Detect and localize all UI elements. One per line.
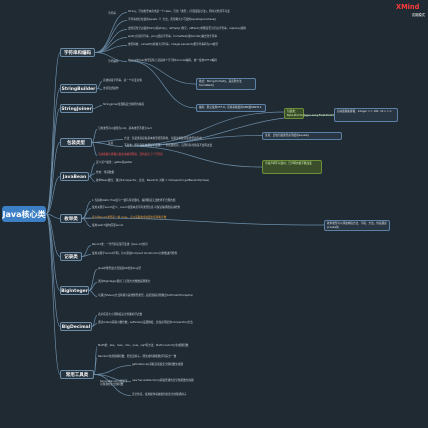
leaf-stringbuilder-1[interactable]: 支持链式操作 <box>103 87 119 91</box>
connector-string-3 <box>94 37 128 53</box>
callout-n2[interactable]: 编码：默认使用UTF-8，有些系统使用GBK或GB2312 <box>196 104 266 112</box>
branch-stringjoiner[interactable]: StringJoiner <box>60 104 93 113</box>
connector-record-1 <box>81 254 92 257</box>
leaf-string-3[interactable]: split()分割字符串，join()连接字符串，formatted()和for… <box>128 35 217 39</box>
branch-utils[interactable]: 常用工具类 <box>60 370 94 379</box>
connector-root-string <box>45 52 61 215</box>
connector-stringbuilder-0 <box>96 81 103 89</box>
leaf-record-0[interactable]: Record类：一行代码实现不变类（Java 14支持） <box>92 243 149 247</box>
subtopic-random_sub[interactable]: SecureRandom创建不可预测的安全随机数 <box>100 380 130 387</box>
leaf-wrapper-0[interactable]: 引用类型可以赋值为null，基本类型不能为null <box>98 127 152 131</box>
leaf-stringjoiner-0[interactable]: StringJoiner处理指定分隔符的拼接 <box>103 103 144 107</box>
logo-brand: XMind <box>396 3 420 11</box>
connector-root-biginteger <box>45 213 61 291</box>
leaf-wrapper-3[interactable]: 自动装箱与拆箱只发生在编译阶段，目的是为了少写代码 <box>98 153 163 157</box>
branch-stringbuilder[interactable]: StringBuilder <box>60 84 97 93</box>
callout-n6[interactable]: 字段声明不可变时，已声明的值不能改变 <box>262 160 322 174</box>
callout-n7[interactable]: 枚举类型可以添加构造方法、字段、方法，但是都是private的 <box>324 220 390 231</box>
connector-javabean-2 <box>88 176 96 182</box>
connector-stringbuilder-1 <box>96 88 103 90</box>
connector-stringjoiner-0 <box>92 105 103 109</box>
leaf-bigdecimal-1[interactable]: 通过scale()获取小数位数，setScale()设置精度，比较必须使用com… <box>98 321 193 325</box>
leaf-enum-3[interactable]: 使用switch语句匹配enum <box>92 224 123 228</box>
callout-n3[interactable]: 包装类：Byte,Short,Integer,Long,Float,Double… <box>284 108 360 119</box>
branch-wrapper[interactable]: 包装类型 <box>60 138 92 147</box>
connector-bigdecimal-1 <box>91 323 98 327</box>
branch-biginteger[interactable]: BigInteger <box>60 286 89 295</box>
subtopic-wrapper_sub[interactable]: 注意 <box>108 142 120 145</box>
connector-biginteger-0 <box>88 269 98 291</box>
leaf-biginteger-1[interactable]: 通过BigInteger提供了无限大的整数运算能力 <box>98 280 150 284</box>
branch-string[interactable]: 字符串和编码 <box>60 48 95 57</box>
xmind-logo: XMind 试用模式 <box>396 3 428 23</box>
callout-n1[interactable]: 格式：String.format()，其实例方法formatted() <box>196 78 256 90</box>
connector-root-stringjoiner <box>45 108 61 215</box>
connector-enum-3 <box>81 218 92 227</box>
connector-biginteger-2 <box>88 290 98 297</box>
leaf-biginteger-2[interactable]: 可通过Value()方法转换为其他整型类型，如范围超过则抛出Arithmetic… <box>98 294 193 298</box>
callout-n4[interactable]: 自动装箱和拆箱：Integer n = 100; int x = n; <box>334 108 398 122</box>
logo-sub-label: 试用模式 <box>411 13 425 17</box>
connector-root-bigdecimal <box>45 213 61 327</box>
leaf-enum-2[interactable]: 定义的enum类型是一种 class，可以获取枚举常量的名称和序数 <box>92 216 166 220</box>
leaf-enum-1[interactable]: 使用关键字enum定义，enum常量本身带有类型信息,可保证编译器自动检查 <box>92 206 180 210</box>
leaf-stringbuilder-0[interactable]: 高效拼接字符串，是一个可变对象 <box>103 79 142 83</box>
branch-enum[interactable]: 枚举类 <box>60 214 82 223</box>
leaf-utils-0[interactable]: Math类：abs，max，min，pow，sqrt等方法，Math.rando… <box>98 344 188 348</box>
connector-note-n2 <box>129 60 197 109</box>
leaf-bigdecimal-0[interactable]: 表示任意大小且精度完全准确的浮点数 <box>98 313 142 317</box>
branch-record[interactable]: 记录类 <box>60 252 82 261</box>
leaf-record-1[interactable]: 使用关键字record声明，可以添加Compact Constructor对参数… <box>92 252 177 256</box>
connector-wrapper-0 <box>91 129 98 143</box>
connector-enum-0 <box>81 201 92 219</box>
connector-root-utils <box>45 213 61 375</box>
leaf-javabean-2[interactable]: 枚举Bean属性：通过Introspector，比对，BeanInfo 对象 =… <box>96 179 209 183</box>
leaf-biginteger-0[interactable]: Java中整型最大范围是64位的long型 <box>98 267 141 271</box>
leaf-enum-0[interactable]: 1.当前用static final定义一组有序常量时，编译器就无法检查不合理的值 <box>92 199 175 203</box>
branch-bigdecimal[interactable]: BigDecimal <box>60 322 92 331</box>
leaf-utils-4[interactable]: 安全性高，使用操作系统提供的安全的随机种子 <box>132 393 186 397</box>
leaf-javabean-0[interactable]: 定义某个属性：getter和setter <box>96 161 132 165</box>
leaf-string-0[interactable]: String，引用类型本身也是一个class，引用「类型」(字面量表示法)，同时… <box>128 10 230 14</box>
subtopic-encoding_sub[interactable]: 字符编码 <box>108 60 126 63</box>
callout-n5[interactable]: 注意：比较包装类型必须使用equals() <box>262 132 342 140</box>
leaf-wrapper-2[interactable]: 不变类：所有包装类都是不变类，一旦创建成功，它所持有的值就不会再改变 <box>124 144 212 148</box>
root-topic[interactable]: Java核心类 <box>2 206 46 222</box>
leaf-utils-2[interactable]: getInstance()获取高强度安全随机数生成器 <box>132 363 183 367</box>
leaf-utils-3[interactable]: new SecureRandom()获取普通的安全随机数生成器 <box>132 379 194 383</box>
connector-utils-2 <box>93 365 132 375</box>
branch-javabean[interactable]: JavaBean <box>60 172 89 181</box>
leaf-string-4[interactable]: 类型转换：valueOf()转换为字符串，Integer.parseInt()把… <box>128 43 218 47</box>
leaf-wrapper-1[interactable]: 方法：包装类直接和基本类型相互转换，可通过拆装包装类型的引用 <box>124 137 202 141</box>
leaf-javabean-1[interactable]: 作用：传递数据 <box>96 171 114 175</box>
connector-utils-0 <box>93 346 98 375</box>
leaf-string-2[interactable]: 去除首位空白使用trim()和strip()，isEmpty()判空，isBla… <box>128 27 246 31</box>
connector-wrapper-3 <box>91 142 98 156</box>
connector-javabean-1 <box>88 173 96 177</box>
leaf-string-5[interactable]: 在Java中char类型实际上就是两个字节的Unicode编码，统一使用UTF-… <box>128 59 217 63</box>
leaf-utils-1[interactable]: Random生成伪随机数，若给定种子，则生成的随机数序列完全一致 <box>98 355 176 359</box>
leaf-string-1[interactable]: 字符串的比较使用equals（）方法，若忽略大小写使用equalsIgnoreC… <box>128 18 216 22</box>
connector-string-0 <box>94 12 128 53</box>
subtopic-string_sub[interactable]: 字符串 <box>108 12 126 15</box>
connector-string-1 <box>94 20 128 53</box>
